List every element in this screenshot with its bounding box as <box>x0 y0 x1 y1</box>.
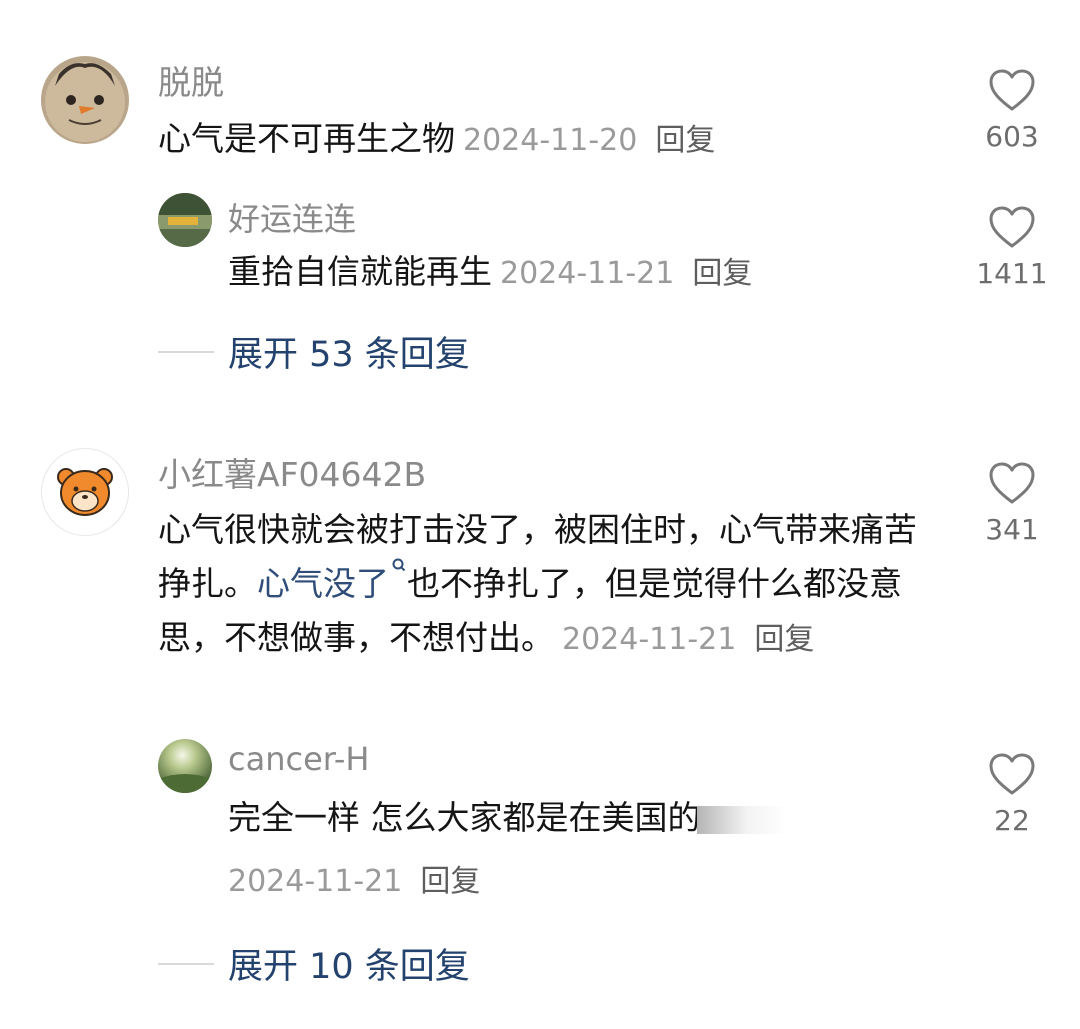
comment-username[interactable]: 脱脱 <box>158 56 224 104</box>
heart-outline-icon <box>989 462 1035 504</box>
comment-date: 2024-11-20 <box>463 123 638 158</box>
reply-date: 2024-11-21 <box>500 256 675 291</box>
reply-username[interactable]: 好运连连 <box>228 194 356 240</box>
avatar[interactable] <box>41 448 129 536</box>
like-count: 22 <box>994 804 1030 837</box>
search-link[interactable]: 心气没了 <box>257 558 407 603</box>
avatar[interactable] <box>158 739 212 793</box>
like-count: 603 <box>985 120 1039 153</box>
text-fade-overlay <box>696 805 787 834</box>
search-mini-icon <box>392 558 406 572</box>
expand-replies-label: 展开 53 条回复 <box>228 335 470 375</box>
heart-outline-icon <box>989 69 1035 111</box>
reply-button[interactable]: 回复 <box>692 256 752 291</box>
like-button[interactable]: 1411 <box>967 205 1057 290</box>
comment-text: 心气很快就会被打击没了，被困住时，心气带来痛苦挣扎。心气没了 也不挣扎了，但是觉得… <box>158 503 938 667</box>
search-link-label: 心气没了 <box>257 564 389 603</box>
like-button[interactable]: 603 <box>967 68 1057 153</box>
reply-button[interactable]: 回复 <box>420 864 480 899</box>
reply-button[interactable]: 回复 <box>655 123 715 158</box>
divider <box>158 350 214 353</box>
comment-date: 2024-11-21 <box>562 622 737 657</box>
avatar[interactable] <box>158 193 212 247</box>
reply-text: 完全一样 怎么大家都是在美国的 <box>228 798 701 837</box>
like-count: 1411 <box>976 257 1048 290</box>
reply-text-row: 完全一样 怎么大家都是在美国的 <box>228 801 787 834</box>
comment-username[interactable]: 小红薯AF04642B <box>158 448 426 496</box>
divider <box>158 962 214 965</box>
heart-outline-icon <box>989 753 1035 795</box>
reply-meta-row: 2024-11-21 回复 <box>220 856 480 900</box>
like-button[interactable]: 22 <box>967 752 1057 837</box>
like-button[interactable]: 341 <box>967 461 1057 546</box>
reply-username[interactable]: cancer-H <box>228 740 369 778</box>
like-count: 341 <box>985 513 1039 546</box>
reply-text: 重拾自信就能再生 <box>228 252 492 291</box>
reply-text-row: 重拾自信就能再生 2024-11-21 回复 <box>228 255 752 289</box>
expand-replies-button[interactable]: 展开 53 条回复 <box>158 326 470 377</box>
avatar[interactable] <box>41 56 129 144</box>
reply-date: 2024-11-21 <box>228 864 403 899</box>
expand-replies-label: 展开 10 条回复 <box>228 947 470 987</box>
expand-replies-button[interactable]: 展开 10 条回复 <box>158 938 470 989</box>
reply-button[interactable]: 回复 <box>754 622 814 657</box>
heart-outline-icon <box>989 206 1035 248</box>
comment-text-row: 心气是不可再生之物 2024-11-20 回复 <box>158 122 715 156</box>
comment-text: 心气是不可再生之物 <box>158 119 455 158</box>
